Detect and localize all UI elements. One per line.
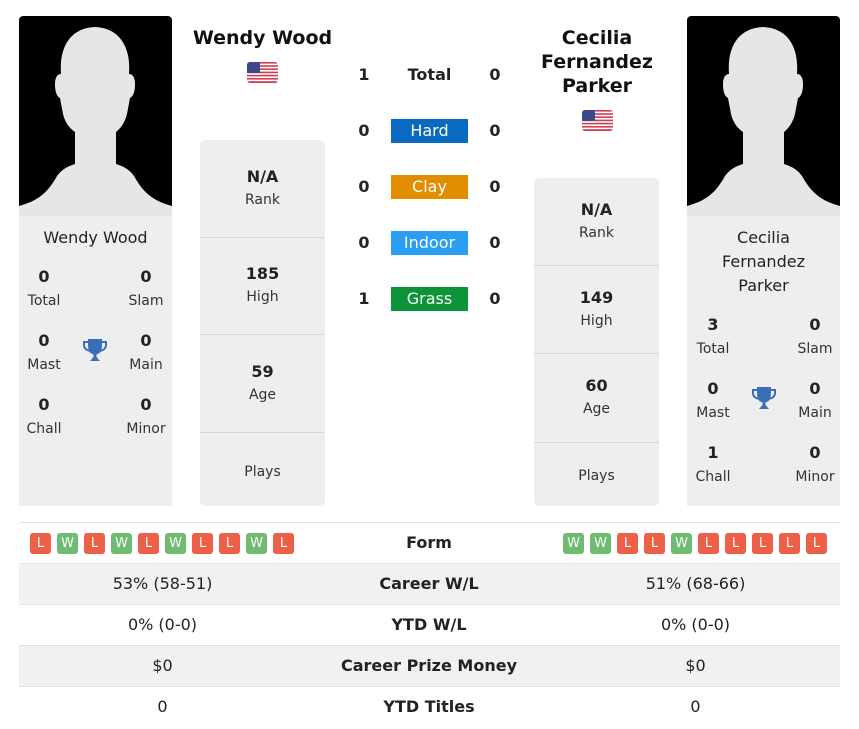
- form-win-badge[interactable]: W: [563, 533, 584, 554]
- form-win-badge[interactable]: W: [57, 533, 78, 554]
- us-flag-icon: [582, 110, 613, 131]
- form-loss-badge[interactable]: L: [617, 533, 638, 554]
- ytd-titles-row: 0 YTD Titles 0: [19, 686, 840, 727]
- career-wl-row: 53% (58-51) Career W/L 51% (68-66): [19, 563, 840, 604]
- player2-titles-minor: 0 Minor: [795, 443, 835, 485]
- prize-money-label: Career Prize Money: [340, 656, 517, 675]
- ytd-titles-label: YTD Titles: [383, 697, 475, 716]
- player2-titles: 3 Total 0 Slam 0 Mast 0 Main 1 Chall 0 M…: [687, 298, 840, 498]
- form-loss-badge[interactable]: L: [644, 533, 665, 554]
- surface-badge-indoor: Indoor: [391, 231, 468, 255]
- player2-titles-slam: 0 Slam: [797, 315, 833, 357]
- player1-plays: Plays: [244, 464, 281, 480]
- player1-prize-money: $0: [152, 656, 173, 675]
- ytd-wl-row: 0% (0-0) YTD W/L 0% (0-0): [19, 604, 840, 645]
- player1-ytd-titles: 0: [157, 697, 168, 716]
- player1-photo[interactable]: [19, 16, 172, 216]
- form-loss-badge[interactable]: L: [192, 533, 213, 554]
- prize-money-row: $0 Career Prize Money $0: [19, 645, 840, 686]
- player1-titles-slam: 0 Slam: [128, 267, 164, 309]
- player1-titles-chall: 0 Chall: [26, 395, 62, 437]
- player2-photo[interactable]: [687, 16, 840, 216]
- player1-form: LWLWLWLLWL: [30, 533, 294, 554]
- player1-age: 59 Age: [200, 335, 325, 433]
- player2-form: WWLLWLLLLL: [563, 533, 827, 554]
- form-loss-badge[interactable]: L: [806, 533, 827, 554]
- h2h-row-clay: 0 Clay 0: [340, 175, 520, 199]
- form-loss-badge[interactable]: L: [219, 533, 240, 554]
- form-loss-badge[interactable]: L: [84, 533, 105, 554]
- surface-badge-grass: Grass: [391, 287, 468, 311]
- player2-titles-main: 0 Main: [798, 379, 832, 421]
- form-label: Form: [406, 533, 452, 552]
- form-win-badge[interactable]: W: [246, 533, 267, 554]
- player2-high: 149 High: [534, 266, 659, 354]
- career-wl-label: Career W/L: [379, 574, 479, 593]
- player1-titles: 0 Total 0 Slam 0 Mast 0 Main 0 Chall 0 M…: [19, 250, 172, 480]
- player2-age: 60 Age: [534, 354, 659, 443]
- player1-titles-total: 0 Total: [27, 267, 61, 309]
- player1-info: N/A Rank 185 High 59 Age Plays: [200, 140, 325, 506]
- player1-name-link[interactable]: Wendy Wood: [180, 26, 345, 50]
- form-loss-badge[interactable]: L: [779, 533, 800, 554]
- ytd-wl-label: YTD W/L: [391, 615, 467, 634]
- surface-label-total: Total: [407, 65, 452, 84]
- player2-ytd-titles: 0: [690, 697, 701, 716]
- player2-ytd-wl: 0% (0-0): [660, 615, 731, 634]
- form-loss-badge[interactable]: L: [725, 533, 746, 554]
- player2-card-name: Cecilia Fernandez Parker: [722, 228, 805, 295]
- surface-badge-clay: Clay: [391, 175, 468, 199]
- player1-ytd-wl: 0% (0-0): [127, 615, 198, 634]
- player1-titles-minor: 0 Minor: [126, 395, 166, 437]
- surface-badge-hard: Hard: [391, 119, 468, 143]
- form-row: LWLWLWLLWL Form WWLLWLLLLL: [19, 522, 840, 563]
- player2-card: Cecilia Fernandez Parker 3 Total 0 Slam …: [687, 16, 840, 506]
- form-win-badge[interactable]: W: [111, 533, 132, 554]
- player2-plays: Plays: [578, 468, 615, 484]
- form-loss-badge[interactable]: L: [698, 533, 719, 554]
- silhouette-icon: [687, 27, 840, 216]
- form-win-badge[interactable]: W: [671, 533, 692, 554]
- form-win-badge[interactable]: W: [590, 533, 611, 554]
- player1-titles-mast: 0 Mast: [27, 331, 61, 373]
- us-flag-icon: [247, 62, 278, 83]
- player2-rank: N/A Rank: [534, 178, 659, 266]
- h2h-row-total: 1 Total 0: [340, 63, 520, 87]
- player2-info: N/A Rank 149 High 60 Age Plays: [534, 178, 659, 506]
- player2-prize-money: $0: [685, 656, 706, 675]
- h2h-row-grass: 1 Grass 0: [340, 287, 520, 311]
- trophy-icon: [83, 339, 107, 361]
- player1-rank: N/A Rank: [200, 140, 325, 238]
- player1-card-name: Wendy Wood: [43, 228, 148, 247]
- player2-name-link[interactable]: Cecilia Fernandez Parker: [522, 26, 672, 98]
- player2-career-wl: 51% (68-66): [645, 574, 746, 593]
- h2h-row-indoor: 0 Indoor 0: [340, 231, 520, 255]
- form-loss-badge[interactable]: L: [138, 533, 159, 554]
- player1-high: 185 High: [200, 238, 325, 335]
- form-win-badge[interactable]: W: [165, 533, 186, 554]
- form-loss-badge[interactable]: L: [30, 533, 51, 554]
- player2-titles-chall: 1 Chall: [695, 443, 731, 485]
- form-loss-badge[interactable]: L: [273, 533, 294, 554]
- form-loss-badge[interactable]: L: [752, 533, 773, 554]
- player2-titles-total: 3 Total: [696, 315, 730, 357]
- player1-card: Wendy Wood 0 Total 0 Slam 0 Mast 0 Main …: [19, 16, 172, 506]
- player1-titles-main: 0 Main: [129, 331, 163, 373]
- silhouette-icon: [19, 27, 172, 216]
- h2h-row-hard: 0 Hard 0: [340, 119, 520, 143]
- player1-career-wl: 53% (58-51): [112, 574, 213, 593]
- trophy-icon: [752, 387, 776, 409]
- player2-titles-mast: 0 Mast: [696, 379, 730, 421]
